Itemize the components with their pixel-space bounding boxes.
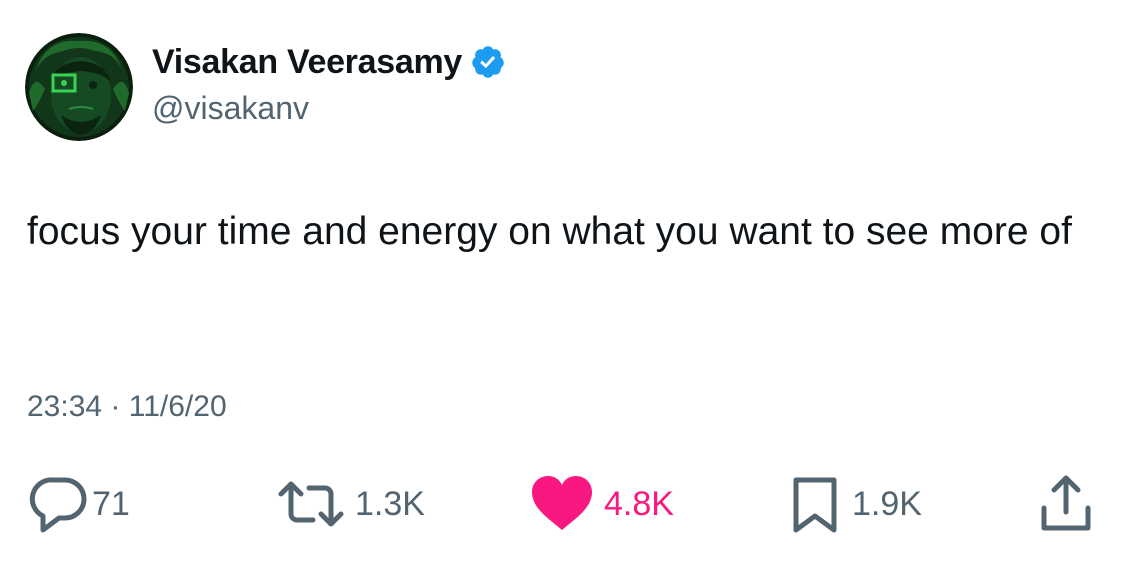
action-bar: 71 1.3K 4.8K 1.9K <box>0 474 1125 534</box>
share-icon <box>1038 474 1094 534</box>
user-handle[interactable]: @visakanv <box>152 90 309 127</box>
like-button[interactable]: 4.8K <box>530 474 674 534</box>
tweet-text: focus your time and energy on what you w… <box>27 210 1072 253</box>
retweet-button[interactable]: 1.3K <box>277 474 425 534</box>
retweet-icon <box>277 474 345 534</box>
reply-button[interactable]: 71 <box>28 474 130 534</box>
avatar-image <box>25 33 133 141</box>
verified-badge-icon <box>470 44 506 80</box>
tweet-date: 11/6/20 <box>128 390 227 423</box>
avatar[interactable] <box>25 33 133 141</box>
heart-icon <box>530 474 594 534</box>
retweet-count: 1.3K <box>355 484 425 523</box>
bookmark-button[interactable]: 1.9K <box>790 474 922 534</box>
like-count: 4.8K <box>604 484 674 523</box>
timestamp-separator: · <box>110 390 121 423</box>
tweet-timestamp[interactable]: 23:34 · 11/6/20 <box>27 390 227 424</box>
share-button[interactable] <box>1038 474 1094 534</box>
bookmark-icon <box>790 474 840 534</box>
tweet-card: Visakan Veerasamy @visakanv focus your t… <box>0 0 1125 570</box>
tweet-time: 23:34 <box>27 390 103 423</box>
reply-count: 71 <box>92 484 130 523</box>
display-name[interactable]: Visakan Veerasamy <box>152 43 462 82</box>
reply-icon <box>28 474 90 534</box>
name-row: Visakan Veerasamy <box>152 40 506 84</box>
bookmark-count: 1.9K <box>852 484 922 523</box>
